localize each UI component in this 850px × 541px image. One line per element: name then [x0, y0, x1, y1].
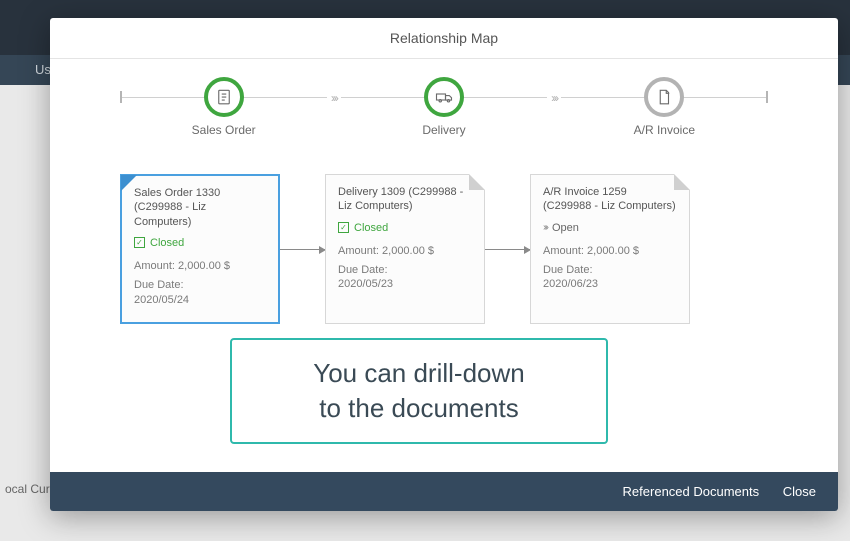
- arrow-right-icon: [485, 249, 530, 250]
- card-amount: Amount: 2,000.00 $: [543, 244, 677, 259]
- close-button[interactable]: Close: [783, 484, 816, 499]
- card-sales-order[interactable]: Sales Order 1330 (C299988 - Liz Computer…: [120, 174, 280, 324]
- dog-ear-icon: [469, 174, 485, 190]
- document-icon: [644, 77, 684, 117]
- card-due-label: Due Date:: [543, 263, 677, 278]
- status-badge: Open: [552, 222, 579, 234]
- process-flow: Sales Order ››› Delivery ››› A/R Invoice: [50, 77, 838, 147]
- card-title: Delivery 1309 (C299988 - Liz Computers): [338, 185, 472, 214]
- card-delivery[interactable]: Delivery 1309 (C299988 - Liz Computers) …: [325, 174, 485, 324]
- card-title: Sales Order 1330 (C299988 - Liz Computer…: [134, 186, 266, 229]
- relationship-map-modal: Relationship Map Sales Order ›››: [50, 18, 838, 511]
- card-amount: Amount: 2,000.00 $: [338, 244, 472, 259]
- flow-step-sales-order[interactable]: Sales Order: [204, 77, 244, 117]
- chevron-right-icon: ›››: [327, 91, 341, 105]
- checkmark-icon: ✓: [338, 222, 349, 233]
- card-due-value: 2020/05/24: [134, 294, 266, 306]
- dog-ear-icon: [674, 174, 690, 190]
- document-cards: Sales Order 1330 (C299988 - Liz Computer…: [120, 174, 768, 344]
- card-due-value: 2020/06/23: [543, 278, 677, 290]
- truck-icon: [424, 77, 464, 117]
- modal-footer: Referenced Documents Close: [50, 472, 838, 511]
- card-due-label: Due Date:: [134, 278, 266, 293]
- card-due-label: Due Date:: [338, 263, 472, 278]
- flow-step-ar-invoice[interactable]: A/R Invoice: [644, 77, 684, 117]
- referenced-documents-button[interactable]: Referenced Documents: [623, 484, 760, 499]
- chevron-right-icon: ›››: [543, 222, 547, 233]
- nav-fragment: Us: [35, 62, 51, 77]
- chevron-right-icon: ›››: [547, 91, 561, 105]
- card-ar-invoice[interactable]: A/R Invoice 1259 (C299988 - Liz Computer…: [530, 174, 690, 324]
- status-badge: Closed: [150, 237, 184, 249]
- status-badge: Closed: [354, 222, 388, 234]
- callout-tip: You can drill-down to the documents: [230, 338, 608, 444]
- modal-title: Relationship Map: [50, 18, 838, 59]
- selected-corner-icon: [121, 175, 137, 191]
- card-amount: Amount: 2,000.00 $: [134, 259, 266, 274]
- arrow-right-icon: [280, 249, 325, 250]
- modal-body: Sales Order ››› Delivery ››› A/R Invoice: [50, 59, 838, 472]
- checkmark-icon: ✓: [134, 237, 145, 248]
- card-due-value: 2020/05/23: [338, 278, 472, 290]
- order-icon: [204, 77, 244, 117]
- flow-step-delivery[interactable]: Delivery: [424, 77, 464, 117]
- card-title: A/R Invoice 1259 (C299988 - Liz Computer…: [543, 185, 677, 214]
